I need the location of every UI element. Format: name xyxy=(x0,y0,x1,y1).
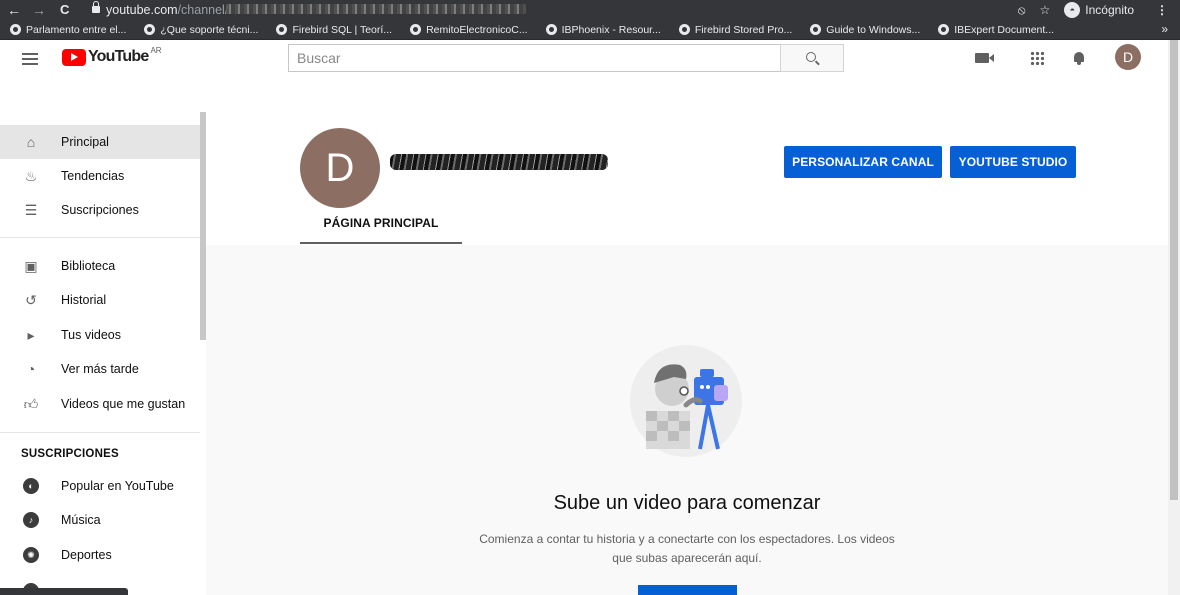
incognito-badge[interactable]: ◓ Incógnito xyxy=(1064,2,1134,18)
globe-icon xyxy=(410,24,422,35)
globe-icon xyxy=(10,24,21,35)
bookmark-item[interactable]: Parlamento entre el... xyxy=(0,24,126,36)
subscriptions-heading: SUSCRIPCIONES xyxy=(21,448,119,460)
empty-state: Sube un video para comenzar Comienza a c… xyxy=(206,245,1168,595)
eye-off-icon[interactable]: ⦸ xyxy=(1018,3,1026,18)
globe-icon xyxy=(678,24,690,35)
bookmark-item[interactable]: ¿Que soporte técni... xyxy=(134,24,258,36)
url-host: youtube.com xyxy=(106,3,178,17)
bookmark-item[interactable]: IBPhoenix - Resour... xyxy=(536,24,661,36)
your-videos-icon: ▸ xyxy=(27,326,35,343)
notifications-bell-icon[interactable] xyxy=(1073,51,1085,65)
bookmark-item[interactable]: IBExpert Document... xyxy=(928,24,1054,36)
channel-name-redaction xyxy=(390,154,608,170)
search-bar: Buscar xyxy=(288,44,844,72)
globe-icon xyxy=(938,24,950,35)
sidebar-divider xyxy=(0,432,200,433)
empty-state-description: Comienza a contar tu historia y a conect… xyxy=(479,532,895,565)
page-scrollbar-thumb[interactable] xyxy=(1170,40,1178,500)
sidebar-item-musica[interactable]: ♪ Música xyxy=(0,503,200,537)
search-input[interactable]: Buscar xyxy=(288,44,780,72)
search-icon xyxy=(806,52,816,62)
sidebar-item-tus-videos[interactable]: ▸ Tus videos xyxy=(0,318,200,352)
subscriptions-icon: ☰ xyxy=(24,201,38,218)
upload-video-button[interactable] xyxy=(638,585,737,595)
popular-icon: ◐ xyxy=(23,478,39,494)
sidebar-divider xyxy=(0,237,200,238)
sidebar-item-deportes[interactable]: ✺ Deportes xyxy=(0,538,200,572)
empty-state-title: Sube un video para comenzar xyxy=(553,492,821,514)
sidebar-item-popular[interactable]: ◐ Popular en YouTube xyxy=(0,469,200,503)
search-button[interactable] xyxy=(780,44,844,72)
youtube-play-icon xyxy=(62,48,86,66)
bookmark-item[interactable]: Guide to Windows... xyxy=(800,24,920,36)
tab-home[interactable]: PÁGINA PRINCIPAL xyxy=(300,215,462,245)
star-icon[interactable]: ☆ xyxy=(1040,3,1051,17)
account-avatar[interactable]: D xyxy=(1115,44,1141,70)
channel-avatar[interactable]: D xyxy=(300,128,380,208)
forward-arrow-icon[interactable]: → xyxy=(32,1,46,19)
sidebar-item-principal[interactable]: ⌂ Principal xyxy=(0,125,200,159)
sidebar-item-tendencias[interactable]: ♨ Tendencias xyxy=(0,159,200,193)
bookmarks-bar: Parlamento entre el... ¿Que soporte técn… xyxy=(0,20,1180,40)
watch-later-icon: ◔ xyxy=(26,361,36,377)
bookmarks-overflow-icon[interactable]: » xyxy=(1161,22,1168,36)
customize-channel-button[interactable]: PERSONALIZAR CANAL xyxy=(784,146,942,178)
url-redaction xyxy=(226,4,526,14)
browser-status-bar xyxy=(0,588,128,595)
globe-icon xyxy=(144,24,156,35)
youtube-logo[interactable]: YouTube AR xyxy=(62,46,162,66)
incognito-icon: ◓ xyxy=(1064,2,1081,18)
home-icon: ⌂ xyxy=(26,134,36,150)
masthead-actions xyxy=(975,44,1085,72)
globe-icon xyxy=(545,24,557,35)
globe-icon xyxy=(810,24,822,35)
hamburger-menu-icon[interactable] xyxy=(22,53,38,65)
music-icon: ♪ xyxy=(23,512,39,528)
sidebar-item-suscripciones[interactable]: ☰ Suscripciones xyxy=(0,193,200,227)
bookmark-item[interactable]: RemitoElectronicoC... xyxy=(400,24,528,36)
thumbs-up-icon: 👍︎ xyxy=(23,395,39,412)
sidebar-item-biblioteca[interactable]: ▣ Biblioteca xyxy=(0,249,200,283)
lock-icon xyxy=(92,1,100,13)
globe-icon xyxy=(276,24,288,35)
logo-text: YouTube xyxy=(88,48,149,65)
history-icon: ↺ xyxy=(25,291,37,308)
browser-actions: ⦸ ☆ ◓ Incógnito ⋮ xyxy=(1018,0,1180,20)
sports-icon: ✺ xyxy=(23,547,39,563)
browser-menu-icon[interactable]: ⋮ xyxy=(1148,3,1168,17)
sidebar: ⌂ Principal ♨ Tendencias ☰ Suscripciones… xyxy=(0,112,206,595)
youtube-page: YouTube AR Buscar D ⌂ Principal ♨ Tenden… xyxy=(0,40,1180,595)
youtube-studio-button[interactable]: YOUTUBE STUDIO xyxy=(950,146,1076,178)
logo-region: AR xyxy=(150,46,162,55)
url-path: /channel/ xyxy=(177,3,229,17)
camera-operator-illustration xyxy=(630,345,742,457)
reload-icon[interactable]: C xyxy=(60,1,69,19)
create-video-icon[interactable] xyxy=(975,53,994,63)
sidebar-item-historial[interactable]: ↺ Historial xyxy=(0,283,200,317)
sidebar-item-ver-mas-tarde[interactable]: ◔ Ver más tarde xyxy=(0,352,200,386)
sidebar-item-videos-que-me-gustan[interactable]: 👍︎ Videos que me gustan xyxy=(0,387,200,421)
active-tab-underline xyxy=(300,242,462,244)
incognito-label: Incógnito xyxy=(1085,3,1134,17)
bookmark-item[interactable]: Firebird Stored Pro... xyxy=(669,24,792,36)
back-arrow-icon[interactable]: ← xyxy=(7,1,21,19)
library-icon: ▣ xyxy=(24,257,38,274)
flame-icon: ♨ xyxy=(24,167,38,184)
browser-toolbar: ← → C youtube.com/channel/ ⦸ ☆ ◓ Incógni… xyxy=(0,0,1180,20)
channel-header: D PERSONALIZAR CANAL YOUTUBE STUDIO PÁGI… xyxy=(206,112,1168,245)
apps-grid-icon[interactable] xyxy=(1030,51,1044,65)
bookmark-item[interactable]: Firebird SQL | Teorí... xyxy=(266,24,392,36)
page-scrollbar[interactable] xyxy=(1168,40,1180,595)
